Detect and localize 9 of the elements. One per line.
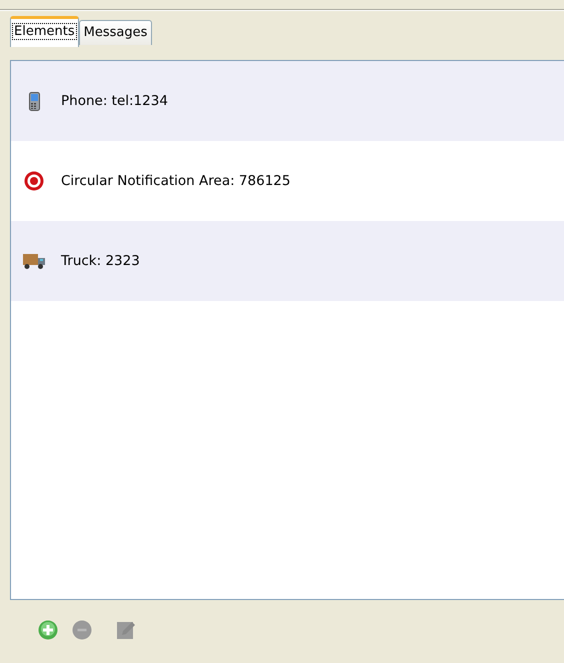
target-icon (24, 171, 44, 191)
truck-icon (23, 253, 45, 269)
tab[interactable]: Elements (10, 16, 79, 47)
element-item[interactable]: Phone: tel:1234 (61, 90, 168, 112)
element-item[interactable]: Truck: 2323 (61, 250, 140, 272)
phone-icon (28, 92, 40, 110)
tab[interactable]: Messages (78, 20, 152, 45)
element-item[interactable]: Circular Notification Area: 786125 (61, 170, 290, 192)
add-icon[interactable] (36, 618, 60, 642)
